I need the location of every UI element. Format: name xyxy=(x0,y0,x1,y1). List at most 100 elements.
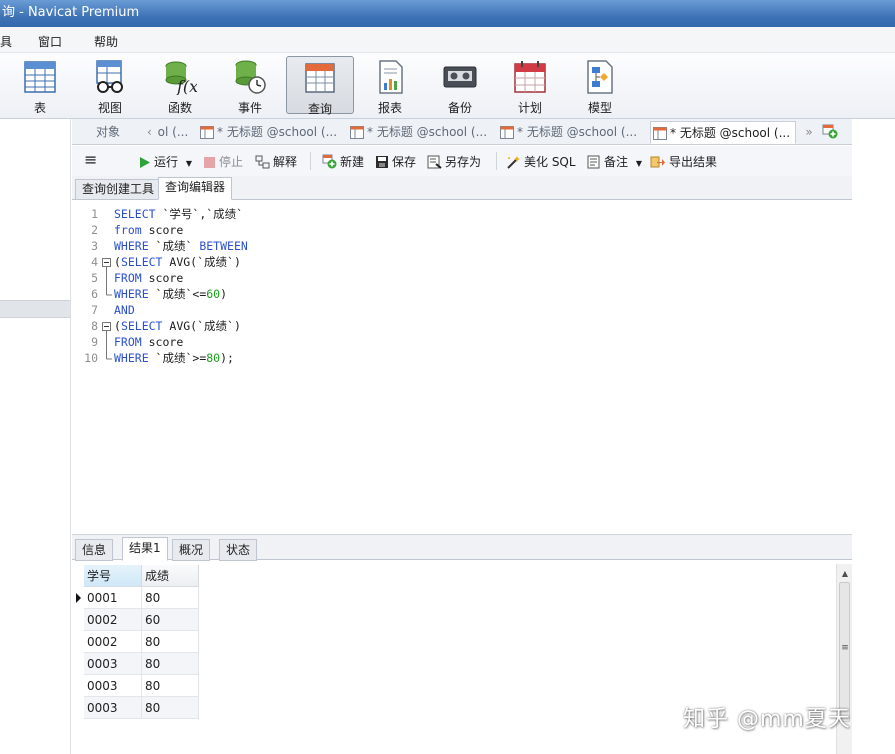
ribbon-model-button[interactable]: 模型 xyxy=(566,56,634,115)
sql-text: AVG(`成绩`) xyxy=(162,319,241,333)
fold-collapse-icon[interactable] xyxy=(101,318,113,334)
sql-line[interactable]: 3 WHERE `成绩` BETWEEN xyxy=(72,238,852,254)
sql-line[interactable]: 2 from score xyxy=(72,222,852,238)
cell-score[interactable]: 80 xyxy=(142,697,199,719)
table-row[interactable]: 0001 80 xyxy=(72,587,202,609)
table-row[interactable]: 0003 80 xyxy=(72,675,202,697)
ribbon-backup-button[interactable]: 备份 xyxy=(426,56,494,115)
sql-code[interactable]: WHERE `成绩`>=80); xyxy=(114,350,234,366)
sql-line[interactable]: 4 (SELECT AVG(`成绩`) xyxy=(72,254,852,270)
fold-collapse-icon[interactable] xyxy=(101,254,113,270)
sql-line[interactable]: 6 WHERE `成绩`<=60) xyxy=(72,286,852,302)
new-tab-button[interactable] xyxy=(822,121,848,144)
cell-student-id[interactable]: 0002 xyxy=(84,609,142,631)
save-button[interactable]: 保存 xyxy=(375,153,416,170)
explain-icon xyxy=(255,155,270,169)
tab-overview[interactable]: 概况 xyxy=(172,539,211,561)
row-indicator[interactable] xyxy=(72,653,84,675)
table-row[interactable]: 0002 80 xyxy=(72,631,202,653)
cell-score[interactable]: 60 xyxy=(142,609,199,631)
cell-score[interactable]: 80 xyxy=(142,587,199,609)
column-header-student-id[interactable]: 学号 xyxy=(84,565,142,587)
cell-student-id[interactable]: 0003 xyxy=(84,675,142,697)
ribbon-table-button[interactable]: 表 xyxy=(6,56,74,115)
run-button[interactable]: 运行 ▼ xyxy=(138,153,192,170)
sql-line[interactable]: 8 (SELECT AVG(`成绩`) xyxy=(72,318,852,334)
tab-query-editor[interactable]: 查询编辑器 xyxy=(158,177,233,200)
sql-code[interactable]: WHERE `成绩` BETWEEN xyxy=(114,238,248,254)
cell-student-id[interactable]: 0003 xyxy=(84,697,142,719)
tab-query-4-active[interactable]: * 无标题 @school (... xyxy=(650,121,796,144)
comment-dropdown-icon[interactable]: ▼ xyxy=(636,159,642,168)
ribbon-function-button[interactable]: f(x) 函数 xyxy=(146,56,214,115)
object-tree-pane[interactable] xyxy=(0,119,71,754)
sql-line[interactable]: 10 WHERE `成绩`>=80); xyxy=(72,350,852,366)
sql-line[interactable]: 7 AND xyxy=(72,302,852,318)
sql-code[interactable]: WHERE `成绩`<=60) xyxy=(114,286,227,302)
sql-line[interactable]: 9 FROM score xyxy=(72,334,852,350)
sql-code[interactable]: (SELECT AVG(`成绩`) xyxy=(114,318,241,334)
table-row[interactable]: 0003 80 xyxy=(72,697,202,719)
tab-scroll-left-icon[interactable]: ‹ xyxy=(147,125,152,139)
menu-hamburger-icon[interactable]: ≡ xyxy=(84,152,97,168)
save-as-button[interactable]: 另存为 xyxy=(427,153,481,170)
column-header-score[interactable]: 成绩 xyxy=(142,565,199,587)
comment-button[interactable]: 备注 ▼ xyxy=(587,153,642,170)
tab-objects[interactable]: 对象 xyxy=(72,121,144,144)
cell-score[interactable]: 80 xyxy=(142,675,199,697)
tab-query-builder[interactable]: 查询创建工具 xyxy=(75,179,162,200)
tab-query-2[interactable]: * 无标题 @school (... xyxy=(350,121,496,144)
export-results-button[interactable]: 导出结果 xyxy=(650,153,717,170)
table-row[interactable]: 0002 60 xyxy=(72,609,202,631)
table-row[interactable]: 0003 80 xyxy=(72,653,202,675)
tab-partial[interactable]: ‹ ol (... xyxy=(145,121,197,144)
cell-score[interactable]: 80 xyxy=(142,653,199,675)
ribbon-event-button[interactable]: 事件 xyxy=(216,56,284,115)
new-query-button[interactable]: 新建 xyxy=(322,153,364,170)
sql-text: ) xyxy=(220,287,228,301)
row-indicator[interactable] xyxy=(72,675,84,697)
line-number: 8 xyxy=(91,319,98,333)
cell-student-id[interactable]: 0001 xyxy=(84,587,142,609)
explain-button[interactable]: 解释 xyxy=(255,153,297,170)
row-indicator[interactable] xyxy=(72,697,84,719)
toolbar-separator xyxy=(496,152,497,170)
run-dropdown-icon[interactable]: ▼ xyxy=(186,159,192,168)
sql-code[interactable]: (SELECT AVG(`成绩`) xyxy=(114,254,241,270)
menu-help[interactable]: 帮助 xyxy=(94,33,118,50)
object-tree-selected-row[interactable] xyxy=(0,300,70,318)
tab-query-3[interactable]: * 无标题 @school (... xyxy=(500,121,646,144)
tab-info[interactable]: 信息 xyxy=(75,539,114,561)
tab-query-1[interactable]: * 无标题 @school (... xyxy=(200,121,346,144)
tab-scroll-right-icon[interactable]: » xyxy=(799,121,819,144)
sql-editor[interactable]: 1 SELECT `学号`,`成绩` 2 from score 3 WHERE `成绩` … xyxy=(72,201,852,533)
menu-tools[interactable]: 具 xyxy=(0,33,12,50)
cell-score[interactable]: 80 xyxy=(142,631,199,653)
scroll-up-arrow-icon[interactable]: ▲ xyxy=(837,566,853,582)
sql-code[interactable]: AND xyxy=(114,302,135,318)
current-row-indicator-icon[interactable] xyxy=(72,587,84,609)
main-ribbon-toolbar: 表 视图 f(x) 函数 事件 xyxy=(0,53,895,119)
row-indicator[interactable] xyxy=(72,631,84,653)
ribbon-report-button[interactable]: 报表 xyxy=(356,56,424,115)
cell-student-id[interactable]: 0002 xyxy=(84,631,142,653)
ribbon-schedule-button[interactable]: 计划 xyxy=(496,56,564,115)
stop-button[interactable]: 停止 xyxy=(203,153,243,170)
query-icon xyxy=(305,63,335,93)
sql-line[interactable]: 5 FROM score xyxy=(72,270,852,286)
sql-keyword: FROM xyxy=(114,271,142,285)
ribbon-query-button[interactable]: 查询 xyxy=(286,56,354,116)
tab-result1[interactable]: 结果1 xyxy=(122,537,168,561)
sql-code[interactable]: FROM score xyxy=(114,270,183,286)
tab-status[interactable]: 状态 xyxy=(219,539,258,561)
cell-student-id[interactable]: 0003 xyxy=(84,653,142,675)
menu-window[interactable]: 窗口 xyxy=(38,33,62,50)
sql-line[interactable]: 1 SELECT `学号`,`成绩` xyxy=(72,206,852,222)
sql-keyword: from xyxy=(114,223,142,237)
sql-code[interactable]: SELECT `学号`,`成绩` xyxy=(114,206,243,222)
sql-code[interactable]: FROM score xyxy=(114,334,183,350)
beautify-sql-button[interactable]: 美化 SQL xyxy=(505,153,576,170)
sql-code[interactable]: from score xyxy=(114,222,183,238)
row-indicator[interactable] xyxy=(72,609,84,631)
ribbon-view-button[interactable]: 视图 xyxy=(76,56,144,115)
